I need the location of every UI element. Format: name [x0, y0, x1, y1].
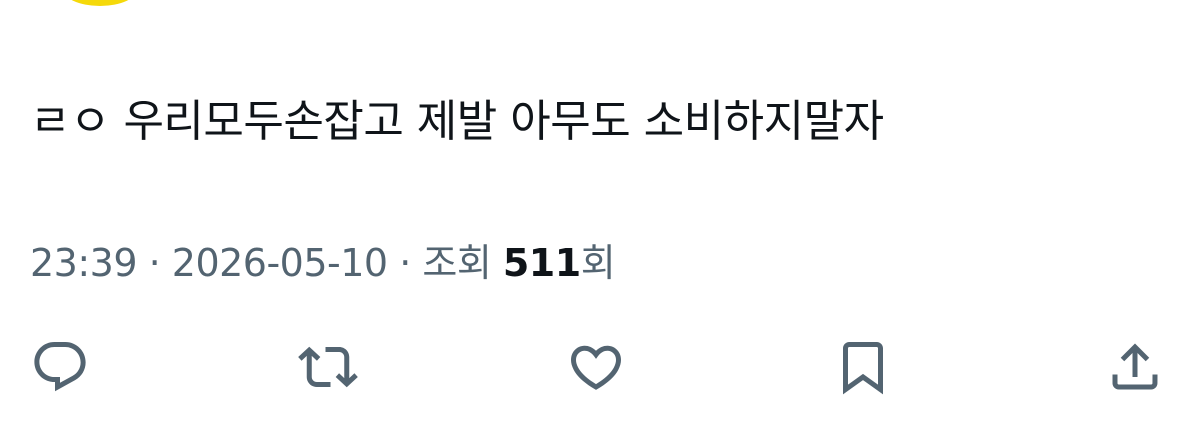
tweet-date[interactable]: 2026-05-10	[172, 241, 388, 285]
tweet-time[interactable]: 23:39	[30, 241, 138, 285]
bookmark-icon	[843, 342, 883, 395]
retweet-button[interactable]	[296, 336, 360, 398]
reply-button[interactable]	[28, 336, 92, 398]
views-prefix: 조회	[422, 241, 503, 285]
meta-separator: ·	[137, 241, 172, 285]
avatar[interactable]	[62, 0, 138, 6]
heart-icon	[570, 345, 622, 390]
meta-separator: ·	[387, 241, 423, 285]
tweet-metadata: 23:39 · 2026-05-10 · 조회 511회	[30, 236, 616, 290]
share-button[interactable]	[1103, 336, 1167, 398]
share-icon	[1112, 343, 1158, 390]
reply-icon	[34, 342, 86, 392]
views-suffix: 회	[580, 241, 616, 285]
retweet-icon	[298, 346, 358, 388]
tweet-text: ㄹㅇ 우리모두손잡고 제발 아무도 소비하지말자	[30, 96, 884, 147]
action-bar	[0, 336, 1200, 398]
views-count: 511	[502, 241, 581, 285]
like-button[interactable]	[564, 336, 628, 398]
bookmark-button[interactable]	[831, 336, 895, 398]
